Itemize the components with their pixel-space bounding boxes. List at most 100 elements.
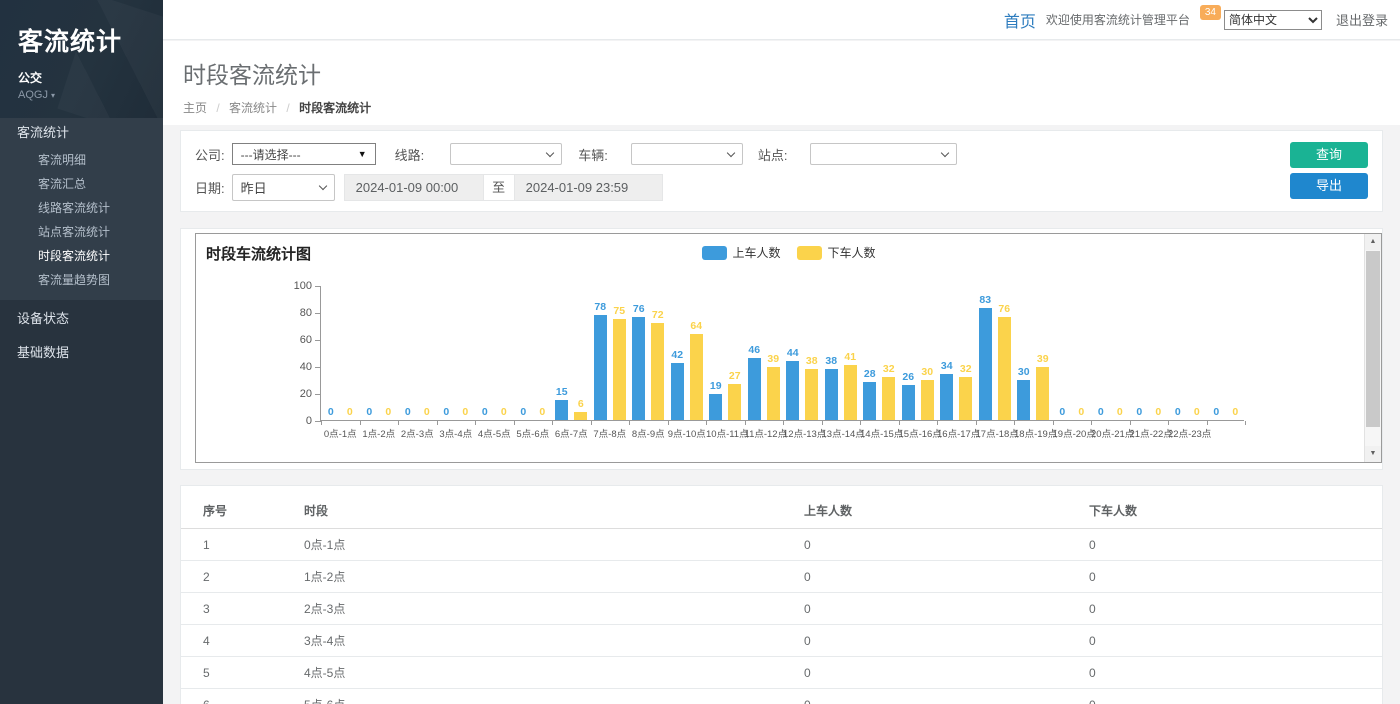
x-tick-mark bbox=[1168, 421, 1169, 425]
x-tick-label: 15点-16点 bbox=[899, 426, 938, 440]
org-dropdown[interactable]: AQGJ▾ bbox=[18, 89, 147, 101]
table-cell: 3 bbox=[181, 593, 296, 625]
scroll-down-arrow[interactable]: ▼ bbox=[1365, 446, 1381, 462]
table-cell: 0 bbox=[1081, 625, 1382, 657]
table-row: 43点-4点00 bbox=[181, 625, 1382, 657]
table-header-row: 序号时段上车人数下车人数 bbox=[181, 486, 1382, 529]
date-label: 日期: bbox=[195, 178, 225, 197]
x-tick-mark bbox=[1091, 421, 1092, 425]
bar-上车人数 bbox=[902, 385, 915, 420]
chart-category-18点-19点: 3039 bbox=[1014, 285, 1053, 420]
page-heading: 时段客流统计 主页 / 客流统计 / 时段客流统计 bbox=[163, 41, 1400, 125]
bar-上车人数 bbox=[748, 358, 761, 420]
bar-下车人数 bbox=[574, 412, 587, 420]
legend-item-上车人数[interactable]: 上车人数 bbox=[701, 244, 780, 261]
table-cell: 0 bbox=[1081, 593, 1382, 625]
chart-legend: 上车人数下车人数 bbox=[701, 244, 875, 261]
x-tick-label: 11点-12点 bbox=[745, 426, 784, 440]
sidebar-item-客流明细[interactable]: 客流明细 bbox=[0, 148, 163, 172]
table-cell: 6 bbox=[181, 689, 296, 704]
logout-link[interactable]: 退出登录 bbox=[1336, 10, 1388, 29]
sidebar-section-基础数据[interactable]: 基础数据 bbox=[0, 338, 163, 368]
y-tick-label: 80 bbox=[300, 307, 312, 319]
line-select[interactable] bbox=[450, 143, 562, 165]
x-tick-label: 17点-18点 bbox=[976, 426, 1015, 440]
sidebar-section-设备状态[interactable]: 设备状态 bbox=[0, 304, 163, 334]
x-tick-mark bbox=[1245, 421, 1246, 425]
x-tick-label: 6点-7点 bbox=[552, 426, 591, 440]
welcome-text: 欢迎使用客流统计管理平台 bbox=[1046, 11, 1190, 28]
x-tick-label: 8点-9点 bbox=[629, 426, 668, 440]
y-tick-label: 60 bbox=[300, 334, 312, 346]
bar-下车人数 bbox=[921, 380, 934, 421]
sidebar-section-客流统计[interactable]: 客流统计 bbox=[0, 118, 163, 148]
table-cell: 0 bbox=[1081, 657, 1382, 689]
chart-category-5点-6点: 00 bbox=[514, 285, 553, 420]
query-button[interactable]: 查询 bbox=[1290, 142, 1368, 168]
vehicle-select[interactable] bbox=[631, 143, 743, 165]
x-tick-label: 1点-2点 bbox=[360, 426, 399, 440]
table-header-上车人数: 上车人数 bbox=[796, 486, 1081, 529]
date-range-group: 2024-01-09 00:00 至 2024-01-09 23:59 bbox=[344, 174, 663, 201]
x-tick-label: 0点-1点 bbox=[321, 426, 360, 440]
table-cell: 0 bbox=[796, 561, 1081, 593]
date-to-label: 至 bbox=[484, 174, 514, 201]
sidebar-item-客流量趋势图[interactable]: 客流量趋势图 bbox=[0, 268, 163, 292]
chevron-down-icon bbox=[318, 182, 326, 190]
x-tick-mark bbox=[321, 421, 322, 425]
breadcrumb-home[interactable]: 主页 bbox=[183, 101, 207, 115]
scroll-up-arrow[interactable]: ▲ bbox=[1365, 234, 1381, 250]
station-select[interactable] bbox=[810, 143, 957, 165]
sidebar-item-客流汇总[interactable]: 客流汇总 bbox=[0, 172, 163, 196]
language-select[interactable]: 简体中文 bbox=[1224, 10, 1322, 30]
date-end-input[interactable]: 2024-01-09 23:59 bbox=[514, 174, 663, 201]
export-button[interactable]: 导出 bbox=[1290, 173, 1368, 199]
bar-value-label: 42 bbox=[662, 349, 692, 361]
date-start-input[interactable]: 2024-01-09 00:00 bbox=[344, 174, 484, 201]
x-tick-mark bbox=[591, 421, 592, 425]
x-tick-label: 18点-19点 bbox=[1014, 426, 1053, 440]
main-content: 公司: ---请选择--- ▼ 线路: 车辆: 站点: 日期: 昨日 2024-… bbox=[163, 125, 1400, 704]
chart-category-0点-1点: 00 bbox=[321, 285, 360, 420]
data-table: 序号时段上车人数下车人数 10点-1点0021点-2点0032点-3点0043点… bbox=[181, 486, 1382, 704]
scrollbar-thumb[interactable] bbox=[1366, 251, 1380, 427]
y-tick-label: 40 bbox=[300, 361, 312, 373]
notification-badge[interactable]: 34 bbox=[1200, 5, 1221, 20]
legend-label: 上车人数 bbox=[732, 244, 780, 261]
bar-value-label: 15 bbox=[547, 386, 577, 398]
chart-panel: 时段车流统计图 上车人数下车人数 020406080100000点-1点001点… bbox=[180, 228, 1383, 470]
table-cell: 4点-5点 bbox=[296, 657, 796, 689]
x-tick-mark bbox=[1014, 421, 1015, 425]
x-tick-label: 20点-21点 bbox=[1091, 426, 1130, 440]
table-row: 32点-3点00 bbox=[181, 593, 1382, 625]
sidebar-item-线路客流统计[interactable]: 线路客流统计 bbox=[0, 196, 163, 220]
table-cell: 3点-4点 bbox=[296, 625, 796, 657]
home-link[interactable]: 首页 bbox=[1004, 8, 1036, 32]
chart-scrollbar[interactable]: ▲ ▼ bbox=[1364, 234, 1381, 462]
table-cell: 0点-1点 bbox=[296, 529, 796, 561]
table-cell: 0 bbox=[1081, 561, 1382, 593]
table-cell: 0 bbox=[796, 529, 1081, 561]
bar-上车人数 bbox=[632, 317, 645, 420]
table-cell: 0 bbox=[796, 593, 1081, 625]
sidebar-header: 客流统计 公交 AQGJ▾ bbox=[0, 0, 163, 118]
sidebar-item-时段客流统计[interactable]: 时段客流统计 bbox=[0, 244, 163, 268]
bar-上车人数 bbox=[709, 394, 722, 420]
chart-category-14点-15点: 2832 bbox=[860, 285, 899, 420]
x-tick-label: 12点-13点 bbox=[783, 426, 822, 440]
date-preset-select[interactable]: 昨日 bbox=[232, 174, 335, 201]
sidebar-item-站点客流统计[interactable]: 站点客流统计 bbox=[0, 220, 163, 244]
table-cell: 0 bbox=[796, 625, 1081, 657]
breadcrumb-section[interactable]: 客流统计 bbox=[229, 101, 277, 115]
triangle-down-icon: ▼ bbox=[358, 149, 367, 159]
legend-item-下车人数[interactable]: 下车人数 bbox=[797, 244, 876, 261]
x-tick-mark bbox=[937, 421, 938, 425]
x-tick-mark bbox=[745, 421, 746, 425]
bar-下车人数 bbox=[882, 377, 895, 420]
x-tick-label: 2点-3点 bbox=[398, 426, 437, 440]
bar-上车人数 bbox=[863, 382, 876, 420]
legend-swatch bbox=[701, 246, 726, 260]
company-select[interactable]: ---请选择--- ▼ bbox=[232, 143, 376, 165]
chart-title: 时段车流统计图 bbox=[206, 243, 311, 264]
bar-value-label: 30 bbox=[1009, 366, 1039, 378]
